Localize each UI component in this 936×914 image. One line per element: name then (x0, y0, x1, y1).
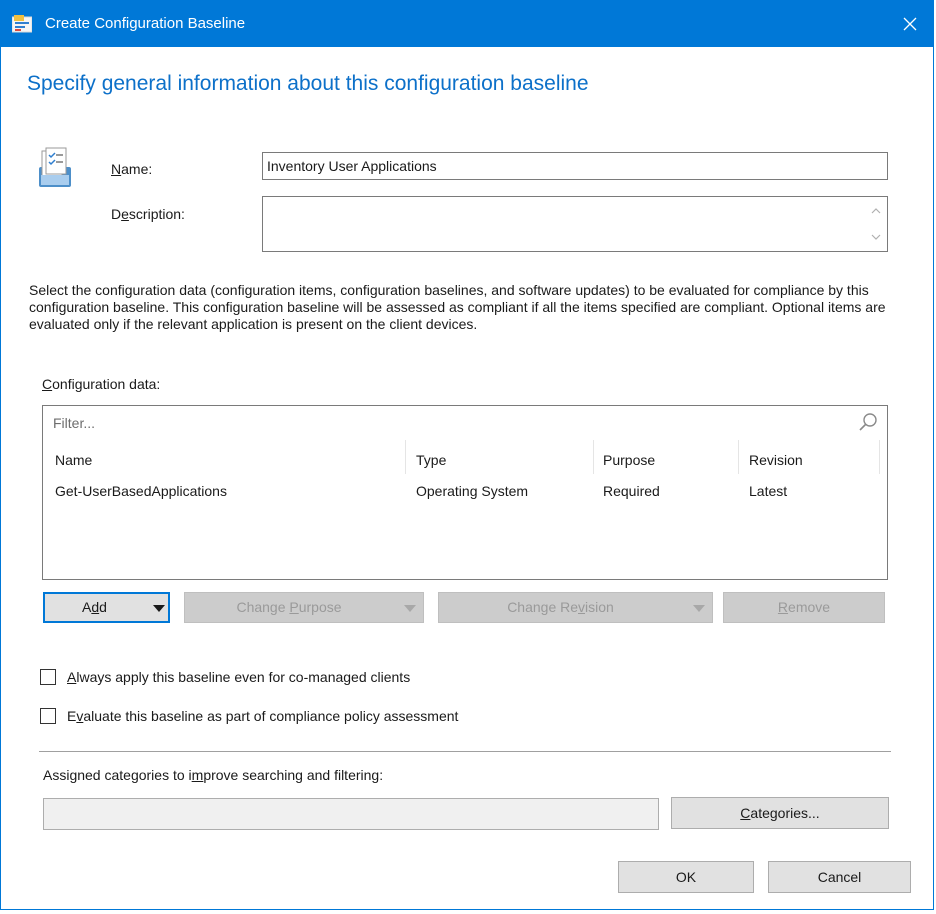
column-header-purpose[interactable]: Purpose (603, 452, 655, 468)
description-input[interactable] (262, 196, 888, 252)
search-icon[interactable] (857, 411, 879, 433)
add-button-label: Add (82, 599, 107, 615)
column-divider[interactable] (405, 440, 406, 474)
change-revision-button[interactable]: Change Revision (438, 592, 713, 623)
change-purpose-button[interactable]: Change Purpose (184, 592, 424, 623)
assigned-categories-field (43, 798, 659, 830)
name-input[interactable]: Inventory User Applications (262, 152, 888, 180)
column-divider[interactable] (593, 440, 594, 474)
change-revision-label: Change Revision (507, 599, 614, 615)
configuration-baseline-icon (39, 147, 71, 187)
scroll-down-icon (871, 234, 881, 240)
categories-label: Categories... (740, 805, 820, 821)
configuration-data-label: Configuration data: (42, 376, 161, 392)
evaluate-label[interactable]: Evaluate this baseline as part of compli… (67, 708, 458, 724)
cell-name: Get-UserBasedApplications (55, 483, 227, 499)
close-button[interactable] (887, 1, 933, 47)
categories-button[interactable]: Categories... (671, 797, 889, 829)
baseline-app-icon (12, 15, 32, 33)
ok-button[interactable]: OK (618, 861, 754, 893)
chevron-down-icon (693, 605, 705, 612)
column-header-type[interactable]: Type (416, 452, 446, 468)
cell-purpose: Required (603, 483, 660, 499)
description-label: Description: (111, 206, 185, 222)
assigned-categories-label: Assigned categories to improve searching… (43, 767, 384, 783)
name-label: Name: (111, 161, 153, 177)
instructions-text: Select the configuration data (configura… (29, 282, 886, 332)
cell-type: Operating System (416, 483, 529, 499)
title-bar[interactable]: Create Configuration Baseline (1, 1, 933, 47)
close-icon (903, 17, 917, 31)
change-purpose-label: Change Purpose (236, 599, 342, 615)
remove-label: Remove (777, 599, 831, 615)
create-configuration-baseline-dialog: Create Configuration Baseline Specify ge… (0, 0, 934, 910)
always-apply-checkbox[interactable] (40, 669, 56, 685)
description-scrollbar[interactable] (868, 201, 884, 245)
add-dropdown-button[interactable]: Add (43, 592, 170, 623)
page-heading: Specify general information about this c… (27, 72, 589, 95)
column-divider[interactable] (738, 440, 739, 474)
column-header-revision[interactable]: Revision (749, 452, 803, 468)
cell-revision: Latest (749, 483, 788, 499)
filter-placeholder: Filter... (53, 415, 96, 431)
scroll-up-icon (871, 208, 881, 214)
evaluate-checkbox[interactable] (40, 708, 56, 724)
divider (39, 751, 891, 752)
window-title: Create Configuration Baseline (45, 15, 246, 32)
chevron-down-icon (153, 605, 165, 612)
column-header-name[interactable]: Name (55, 452, 92, 468)
always-apply-label[interactable]: Always apply this baseline even for co-m… (67, 669, 410, 685)
configuration-data-list[interactable]: Name Type Purpose Revision Get-UserBased… (42, 436, 888, 580)
column-divider[interactable] (879, 440, 880, 474)
cancel-button[interactable]: Cancel (768, 861, 911, 893)
remove-button[interactable]: Remove (723, 592, 885, 623)
chevron-down-icon (404, 605, 416, 612)
filter-input[interactable]: Filter... (42, 405, 888, 437)
